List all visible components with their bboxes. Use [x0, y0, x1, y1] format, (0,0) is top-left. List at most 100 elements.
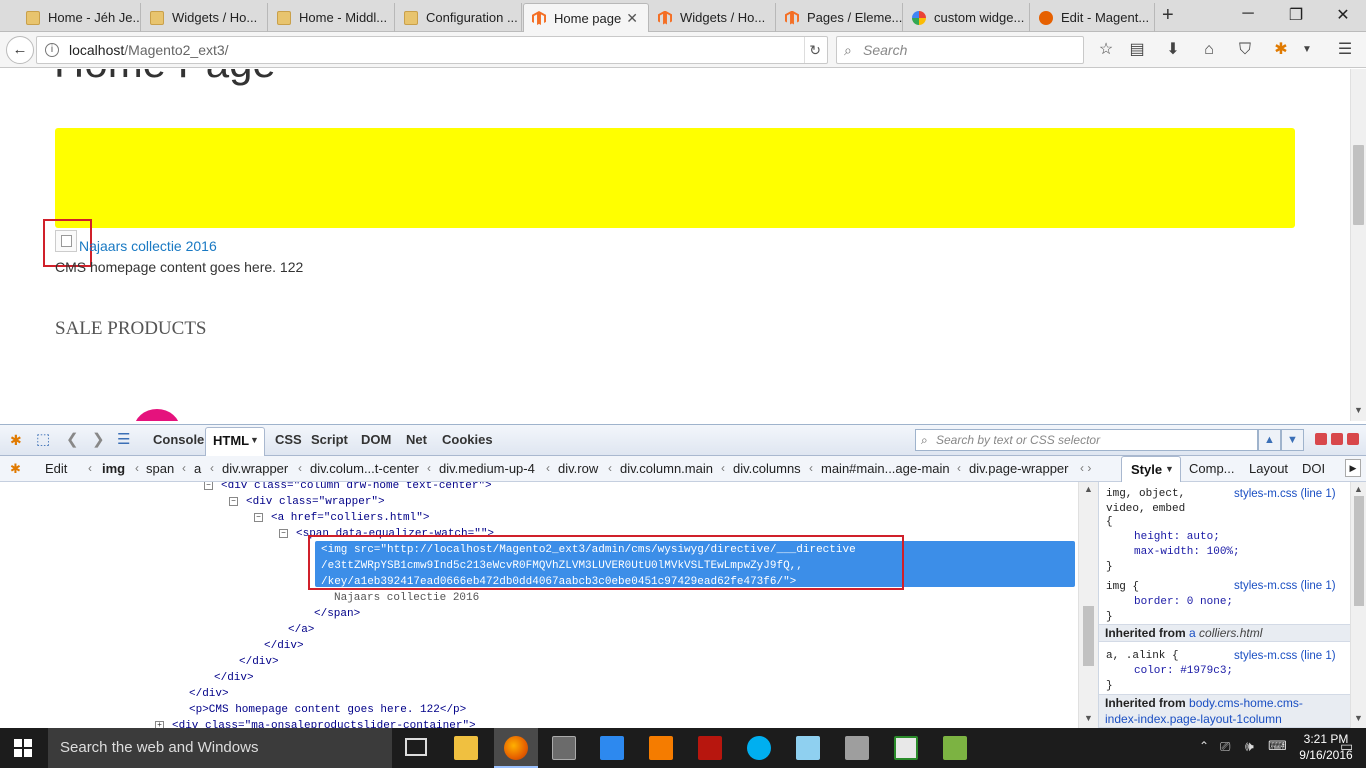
breadcrumb-item[interactable]: div.medium-up-4 — [439, 461, 535, 476]
pink-product-image[interactable] — [134, 409, 180, 421]
html-tree-line[interactable]: − <div class="column drw-home text-center… — [204, 482, 492, 494]
breadcrumb-item[interactable]: div.wrapper — [222, 461, 288, 476]
pocket-icon[interactable]: ⛉ — [1235, 40, 1255, 60]
network-icon[interactable]: ⎚ — [1220, 739, 1230, 755]
taskbar-search-input[interactable]: Search the web and Windows — [48, 728, 392, 768]
html-panel-scrollbar-thumb[interactable] — [1083, 606, 1094, 666]
inspect-element-icon[interactable]: ⬚ — [36, 430, 50, 448]
inherited-element-link[interactable]: index-index.page-layout-1column — [1105, 712, 1282, 726]
file-explorer-icon[interactable] — [454, 736, 478, 760]
tab-cookies[interactable]: Cookies — [442, 432, 493, 447]
volume-icon[interactable]: 🕪 — [1245, 738, 1254, 755]
collapse-icon[interactable]: − — [204, 482, 213, 490]
task-view-icon[interactable] — [405, 738, 427, 756]
firebug-menu-icon[interactable]: ✱ — [10, 432, 22, 449]
browser-tab[interactable]: Widgets / Ho... — [142, 3, 268, 32]
side-tab-computed[interactable]: Comp... — [1189, 461, 1235, 476]
taskbar-firefox-active[interactable] — [494, 728, 538, 768]
css-source-link[interactable]: styles-m.css (line 1) — [1234, 580, 1336, 592]
breadcrumb-item[interactable]: div.column.main — [620, 461, 713, 476]
style-panel-scrollbar[interactable]: ▲ ▼ — [1350, 482, 1366, 728]
app-window-icon[interactable] — [894, 736, 918, 760]
detach-firebug-icon[interactable] — [1331, 433, 1343, 445]
home-icon[interactable]: ⌂ — [1199, 40, 1219, 60]
breadcrumb-item[interactable]: img — [102, 461, 125, 476]
search-next-button[interactable]: ▼ — [1281, 429, 1304, 451]
breadcrumb-item[interactable]: div.colum...t-center — [310, 461, 419, 476]
html-tree-line[interactable]: Najaars collectie 2016 — [334, 590, 479, 606]
breadcrumb-item[interactable]: a — [194, 461, 201, 476]
html-tree-line[interactable]: </a> — [288, 622, 314, 638]
tab-net[interactable]: Net — [406, 432, 427, 447]
windows-start-icon[interactable] — [14, 739, 32, 757]
collapse-icon[interactable]: − — [254, 513, 263, 522]
css-source-link[interactable]: styles-m.css (line 1) — [1234, 488, 1336, 500]
tab-html-active[interactable]: HTML ▼ — [205, 427, 265, 457]
close-window-icon[interactable]: ✕ — [1320, 5, 1366, 25]
browser-tab[interactable]: Pages / Eleme... — [777, 3, 903, 32]
breadcrumb-item[interactable]: div.page-wrapper — [969, 461, 1068, 476]
reading-list-icon[interactable]: ▤ — [1127, 40, 1147, 60]
firebug-search-input[interactable]: ⌕ Search by text or CSS selector — [915, 429, 1258, 451]
back-button[interactable]: ← — [6, 36, 34, 64]
tab-dom[interactable]: DOM — [361, 432, 391, 447]
minimize-firebug-icon[interactable] — [1315, 433, 1327, 445]
address-bar[interactable]: i localhost/Magento2_ext3/ ↻ — [36, 36, 828, 64]
html-tree-line[interactable]: </div> — [214, 670, 254, 686]
html-tree-line[interactable]: − <div class="wrapper"> — [229, 494, 385, 510]
notepad-plus-plus-icon[interactable] — [943, 736, 967, 760]
collapse-icon[interactable]: − — [229, 497, 238, 506]
search-prev-button[interactable]: ▲ — [1258, 429, 1281, 451]
firebug-icon[interactable]: ✱ — [1271, 40, 1291, 60]
breadcrumb-item[interactable]: main#main...age-main — [821, 461, 950, 476]
browser-tab[interactable]: custom widge... — [904, 3, 1030, 32]
side-tab-dom[interactable]: DOI — [1302, 461, 1325, 476]
css-property[interactable]: border: 0 none; — [1134, 595, 1233, 610]
forward-arrow-icon[interactable]: ❯ — [92, 430, 105, 448]
side-tab-scroll-right[interactable]: ▶ — [1345, 459, 1361, 477]
css-source-link[interactable]: styles-m.css (line 1) — [1234, 650, 1336, 662]
browser-tab[interactable]: Widgets / Ho... — [650, 3, 776, 32]
html-tree-line[interactable]: </span> — [314, 606, 360, 622]
tab-script[interactable]: Script — [311, 432, 348, 447]
dropdown-arrow-icon[interactable]: ▼ — [1297, 40, 1317, 60]
html-panel-scrollbar[interactable]: ▲ ▼ — [1078, 482, 1098, 728]
inherited-element-link[interactable]: a — [1189, 626, 1196, 640]
show-hidden-icons[interactable]: ⌃ — [1199, 739, 1209, 753]
css-property[interactable]: max-width: 100%; — [1134, 545, 1240, 560]
remote-desktop-icon[interactable] — [600, 736, 624, 760]
notepad-icon[interactable] — [796, 736, 820, 760]
style-panel-scrollbar-thumb[interactable] — [1354, 496, 1364, 606]
tab-console[interactable]: Console — [153, 432, 204, 447]
side-tab-style-active[interactable]: Style ▼ — [1121, 456, 1181, 482]
close-firebug-icon[interactable] — [1347, 433, 1359, 445]
html-tree-line[interactable]: + <div class="ma-onsaleproductslider-cont… — [155, 718, 476, 728]
breadcrumb-item[interactable]: span — [146, 461, 174, 476]
page-scrollbar[interactable]: ▼ — [1350, 69, 1366, 421]
browser-tab-active[interactable]: Home page ✕ — [523, 3, 649, 32]
filezilla-icon[interactable] — [698, 736, 722, 760]
close-tab-icon[interactable]: ✕ — [626, 10, 638, 27]
html-tree-line[interactable]: </div> — [189, 686, 229, 702]
bookmark-star-icon[interactable]: ☆ — [1096, 40, 1116, 60]
breadcrumb-item[interactable]: div.row — [558, 461, 598, 476]
minimize-icon[interactable]: ─ — [1225, 5, 1271, 23]
edit-button[interactable]: Edit — [45, 461, 67, 476]
menu-icon[interactable]: ☰ — [1335, 40, 1355, 60]
html-tree-line[interactable]: − <a href="colliers.html"> — [254, 510, 429, 526]
calculator-icon[interactable] — [845, 736, 869, 760]
browser-tab[interactable]: Home - Jéh Je... — [18, 3, 141, 32]
download-icon[interactable]: ⬇ — [1163, 40, 1183, 60]
html-tree-line[interactable]: </div> — [264, 638, 304, 654]
inherited-element-link[interactable]: body.cms-home.cms- — [1189, 696, 1303, 710]
expand-icon[interactable]: + — [155, 721, 164, 728]
skype-icon[interactable] — [747, 736, 771, 760]
browser-tab[interactable]: Edit - Magent... — [1031, 3, 1155, 32]
back-arrow-icon[interactable]: ❮ — [66, 430, 79, 448]
info-icon[interactable]: i — [45, 43, 59, 57]
browser-tab[interactable]: Home - Middl... — [269, 3, 395, 32]
side-tab-layout[interactable]: Layout — [1249, 461, 1288, 476]
sublime-text-icon[interactable] — [552, 736, 576, 760]
tab-css[interactable]: CSS — [275, 432, 302, 447]
xampp-icon[interactable] — [649, 736, 673, 760]
